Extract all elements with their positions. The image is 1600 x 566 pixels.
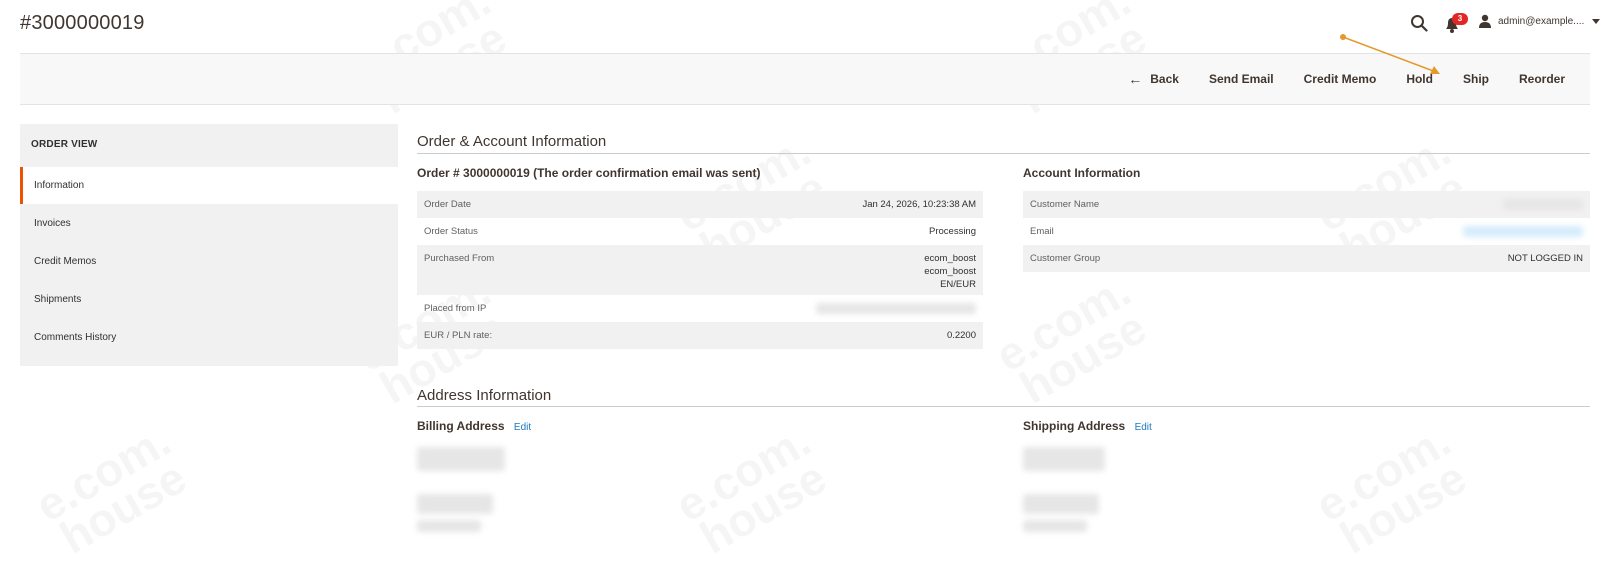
- sidebar-item-shipments[interactable]: Shipments: [20, 281, 398, 318]
- send-email-button[interactable]: Send Email: [1194, 72, 1289, 86]
- arrow-left-icon: ←: [1128, 71, 1143, 87]
- watermark: e.com.house: [26, 413, 195, 564]
- order-status-value: Processing: [929, 226, 976, 237]
- annotation-arrow: [1340, 34, 1440, 74]
- email-label: Email: [1030, 226, 1054, 237]
- billing-address-heading: Billing Address Edit: [417, 419, 531, 433]
- reorder-button[interactable]: Reorder: [1504, 72, 1580, 86]
- customer-group-label: Customer Group: [1030, 253, 1101, 264]
- redacted-billing-street: [417, 494, 493, 514]
- currency-rate-label: EUR / PLN rate:: [424, 330, 493, 341]
- order-status-label: Order Status: [424, 226, 478, 237]
- watermark: e.com.house: [1306, 413, 1475, 564]
- sidebar-item-invoices[interactable]: Invoices: [20, 205, 398, 242]
- currency-rate-value: 0.2200: [946, 330, 976, 341]
- shipping-address-heading: Shipping Address Edit: [1023, 419, 1152, 433]
- account-info-title: Account Information: [1023, 166, 1141, 180]
- placed-from-ip-row: Placed from IP: [417, 295, 983, 322]
- address-section-title: Address Information: [417, 387, 552, 404]
- edit-billing-address-link[interactable]: Edit: [514, 422, 531, 433]
- purchased-from-label: Purchased From: [424, 253, 495, 264]
- page-title: #3000000019: [20, 12, 145, 34]
- store-name: ecom_boost: [924, 266, 976, 277]
- edit-shipping-address-link[interactable]: Edit: [1135, 422, 1152, 433]
- user-name: admin@example....: [1498, 15, 1585, 27]
- order-info-table: Order Date Jan 24, 2026, 10:23:38 AM Ord…: [417, 191, 983, 349]
- order-account-section-title: Order & Account Information: [417, 133, 607, 150]
- redacted-ip: [816, 303, 976, 314]
- website-name: ecom_boost: [924, 253, 976, 264]
- watermark: e.com.house: [986, 263, 1155, 414]
- purchased-from-value: ecom_boost ecom_boost EN/EUR: [924, 253, 976, 290]
- order-status-row: Order Status Processing: [417, 218, 983, 245]
- store-view-name: EN/EUR: [940, 279, 976, 290]
- billing-address-title: Billing Address: [417, 419, 505, 433]
- user-icon: [1479, 14, 1491, 28]
- email-row: Email: [1023, 218, 1590, 245]
- watermark: e.com.house: [666, 413, 835, 564]
- currency-rate-row: EUR / PLN rate: 0.2200: [417, 322, 983, 349]
- chevron-down-icon: [1592, 18, 1600, 24]
- section-divider: [417, 406, 1590, 407]
- redacted-shipping-street: [1023, 494, 1099, 514]
- redacted-email[interactable]: [1463, 226, 1583, 237]
- placed-from-ip-label: Placed from IP: [424, 303, 487, 314]
- redacted-shipping-city: [1023, 520, 1087, 532]
- customer-group-row: Customer Group NOT LOGGED IN: [1023, 245, 1590, 272]
- customer-group-value: NOT LOGGED IN: [1507, 253, 1583, 264]
- sidebar-item-information[interactable]: Information: [20, 167, 398, 204]
- back-button[interactable]: ← Back: [1113, 71, 1194, 87]
- sidebar-item-credit-memos[interactable]: Credit Memos: [20, 243, 398, 280]
- order-date-label: Order Date: [424, 199, 471, 210]
- order-view-sidebar: ORDER VIEW Information Invoices Credit M…: [20, 124, 398, 366]
- customer-name-row: Customer Name: [1023, 191, 1590, 218]
- redacted-billing-name: [417, 447, 505, 471]
- redacted-shipping-name: [1023, 447, 1105, 471]
- redacted-customer-name: [1503, 199, 1583, 210]
- order-date-value: Jan 24, 2026, 10:23:38 AM: [862, 199, 976, 210]
- order-title: Order # 3000000019 (The order confirmati…: [417, 166, 761, 180]
- order-date-row: Order Date Jan 24, 2026, 10:23:38 AM: [417, 191, 983, 218]
- back-label: Back: [1150, 72, 1179, 86]
- sidebar-title: ORDER VIEW: [31, 139, 98, 150]
- shipping-address-title: Shipping Address: [1023, 419, 1126, 433]
- ship-button[interactable]: Ship: [1448, 72, 1504, 86]
- user-menu[interactable]: admin@example....: [1478, 14, 1600, 28]
- section-divider: [417, 153, 1590, 154]
- account-info-table: Customer Name Email Customer Group NOT L…: [1023, 191, 1590, 272]
- customer-name-label: Customer Name: [1030, 199, 1100, 210]
- purchased-from-row: Purchased From ecom_boost ecom_boost EN/…: [417, 245, 983, 295]
- notification-badge: 3: [1452, 13, 1468, 25]
- redacted-billing-city: [417, 520, 481, 532]
- sidebar-item-comments-history[interactable]: Comments History: [20, 319, 398, 356]
